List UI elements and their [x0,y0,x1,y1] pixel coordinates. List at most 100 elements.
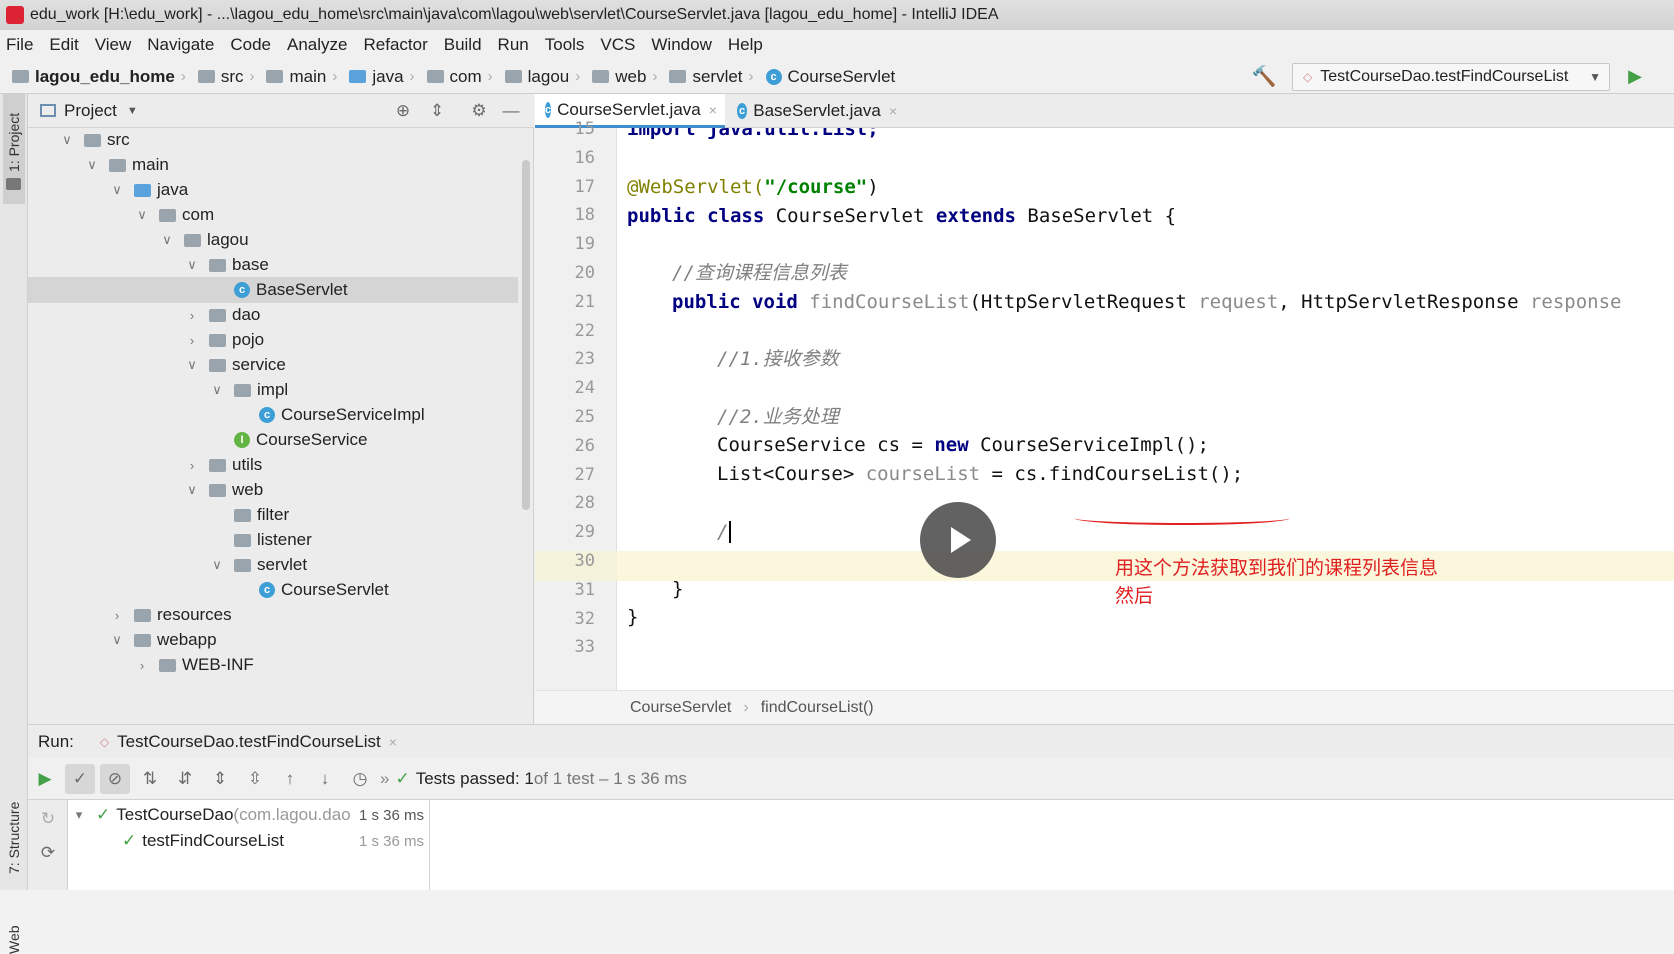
nav-crumb-com[interactable]: com › [426,67,501,87]
web-tool-label[interactable]: Web [6,925,22,954]
rerun-icon[interactable]: ▶ [30,764,60,794]
nav-crumb-project[interactable]: lagou_edu_home › [12,67,194,87]
test-history-icon[interactable]: ◷ [345,764,375,794]
nav-crumb-java[interactable]: java › [349,67,422,87]
tree-item-java[interactable]: ∨ java [28,177,518,203]
editor-crumb-method[interactable]: findCourseList() [761,699,874,717]
tree-item-base[interactable]: ∨ base [28,252,518,278]
menu-view[interactable]: View [95,35,132,55]
menu-refactor[interactable]: Refactor [363,35,427,55]
chevron-right-icon[interactable]: › [185,308,199,323]
menu-navigate[interactable]: Navigate [147,35,214,55]
chevron-right-icon[interactable]: › [135,658,149,673]
chevron-down-icon[interactable]: ∨ [185,257,199,273]
sort-alphabetically-icon[interactable]: ⇅ [135,764,165,794]
test-row-testfindcourselist[interactable]: ✓ testFindCourseList 1 s 36 ms [68,828,430,854]
tree-item-resources[interactable]: › resources [28,602,518,628]
line-number: 32 [574,608,595,629]
sort-by-duration-icon[interactable]: ⇵ [170,764,200,794]
tree-item-web[interactable]: ∨ web [28,477,518,503]
next-test-icon[interactable]: ↓ [310,764,340,794]
structure-tool-label[interactable]: 7: Structure [6,802,22,874]
run-button[interactable]: ▶ [1624,64,1646,88]
close-icon[interactable]: × [389,734,397,750]
tree-item-main[interactable]: ∨ main [28,152,518,178]
chevron-down-icon[interactable]: ∨ [85,157,99,173]
project-tool-label[interactable]: 1: Project [6,113,22,172]
nav-crumb-lagou[interactable]: lagou › [504,67,589,87]
tree-item-com[interactable]: ∨ com [28,202,518,228]
locate-file-icon[interactable]: ⊕ [392,100,414,122]
nav-crumb-servlet[interactable]: servlet › [669,67,761,87]
chevron-right-icon[interactable]: › [110,608,124,623]
previous-test-icon[interactable]: ↑ [275,764,305,794]
menu-help[interactable]: Help [728,35,763,55]
tab-baseservlet-java[interactable]: c BaseServlet.java × [727,94,907,128]
tree-item-baseservlet[interactable]: c BaseServlet [28,277,518,303]
chevron-down-icon[interactable]: ∨ [60,132,74,148]
menu-build[interactable]: Build [444,35,482,55]
chevron-down-icon[interactable]: ∨ [135,207,149,223]
menu-file[interactable]: File [6,35,33,55]
chevron-down-icon[interactable]: ∨ [110,182,124,198]
tree-item-service[interactable]: ∨ service [28,352,518,378]
close-icon[interactable]: × [889,103,897,119]
video-play-button[interactable] [920,502,996,578]
tree-item-courseserviceimpl[interactable]: c CourseServiceImpl [28,402,518,428]
test-output-console[interactable] [430,800,1674,890]
tree-item-filter[interactable]: filter [28,502,518,528]
tree-item-courseservlet[interactable]: c CourseServlet [28,577,518,603]
gear-icon[interactable]: ⚙ [468,100,490,122]
rerun-failed-icon[interactable]: ↻ [33,804,63,834]
build-hammer-icon[interactable]: 🔨 [1252,65,1277,88]
chevron-down-icon[interactable]: ∨ [210,557,224,573]
run-tab-label[interactable]: TestCourseDao.testFindCourseList [117,732,381,752]
chevron-down-icon[interactable]: ▾ [72,807,86,823]
chevron-down-icon[interactable]: ▼ [127,105,138,117]
tree-item-utils[interactable]: › utils [28,452,518,478]
tree-item-web-inf[interactable]: › WEB-INF [28,652,518,678]
show-ignored-icon[interactable]: ⊘ [100,763,130,794]
tree-item-pojo[interactable]: › pojo [28,327,518,353]
hide-panel-icon[interactable]: — [500,100,522,122]
nav-crumb-web[interactable]: web › [592,67,665,87]
tree-item-impl[interactable]: ∨ impl [28,377,518,403]
tree-item-lagou[interactable]: ∨ lagou [28,227,518,253]
tree-item-dao[interactable]: › dao [28,302,518,328]
menu-code[interactable]: Code [230,35,271,55]
project-tree-scrollbar[interactable] [522,160,530,510]
project-folder-icon [6,178,21,190]
chevron-down-icon[interactable]: ∨ [110,632,124,648]
nav-crumb-src[interactable]: src › [197,67,263,87]
menu-vcs[interactable]: VCS [600,35,635,55]
menu-analyze[interactable]: Analyze [287,35,347,55]
collapse-all-icon[interactable]: ⇳ [240,764,270,794]
project-panel-title[interactable]: Project [64,101,117,121]
collapse-all-icon[interactable]: ⇕ [426,100,448,122]
tree-item-servlet[interactable]: ∨ servlet [28,552,518,578]
close-icon[interactable]: × [709,102,717,118]
test-row-testcoursedao[interactable]: ▾ ✓ TestCourseDao (com.lagou.dao 1 s 36 … [68,802,430,828]
menu-edit[interactable]: Edit [49,35,78,55]
chevron-down-icon[interactable]: ∨ [210,382,224,398]
toggle-auto-test-icon[interactable]: ⟳ [33,838,63,868]
menu-tools[interactable]: Tools [545,35,585,55]
expand-all-icon[interactable]: ⇕ [205,764,235,794]
tree-item-courseservice[interactable]: I CourseService [28,427,518,453]
nav-crumb-main[interactable]: main › [266,67,345,87]
editor-crumb-class[interactable]: CourseServlet [630,699,731,717]
run-configuration-dropdown[interactable]: ◇ TestCourseDao.testFindCourseList ▼ [1292,63,1610,91]
chevron-right-icon[interactable]: › [185,333,199,348]
chevron-down-icon[interactable]: ∨ [185,357,199,373]
tree-item-listener[interactable]: listener [28,527,518,553]
chevron-down-icon[interactable]: ∨ [185,482,199,498]
menu-window[interactable]: Window [651,35,711,55]
tree-item-webapp[interactable]: ∨ webapp [28,627,518,653]
show-passed-icon[interactable]: ✓ [65,763,95,794]
more-icon[interactable]: » [380,769,389,789]
chevron-down-icon[interactable]: ∨ [160,232,174,248]
tree-item-src[interactable]: ∨ src [28,127,518,153]
menu-run[interactable]: Run [498,35,529,55]
nav-crumb-courseservlet[interactable]: c CourseServlet [765,67,895,87]
chevron-right-icon[interactable]: › [185,458,199,473]
